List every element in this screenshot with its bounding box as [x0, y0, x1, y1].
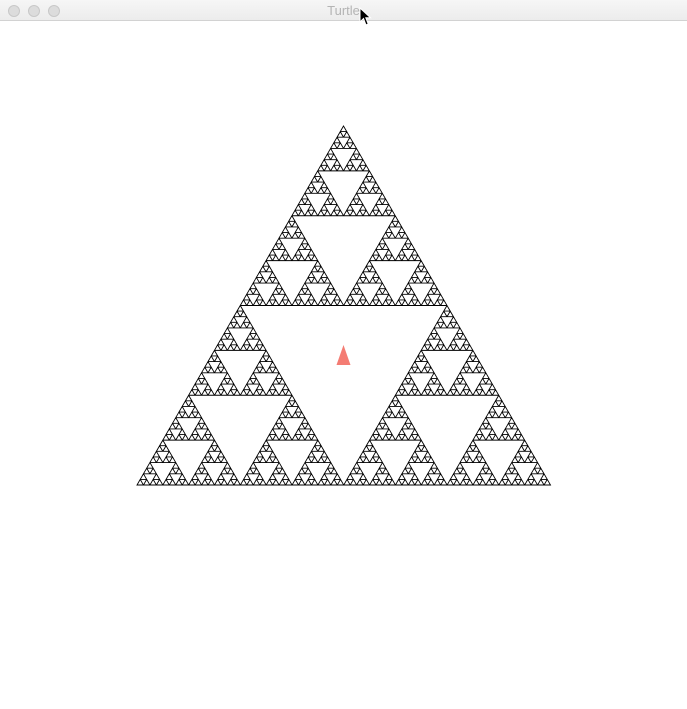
turtle-window: Turtle — [0, 0, 687, 709]
title-bar[interactable]: Turtle — [0, 0, 687, 21]
fractal-lines — [136, 125, 552, 486]
sierpinski-triangle — [136, 125, 552, 486]
turtle-canvas[interactable] — [0, 21, 687, 709]
window-title: Turtle — [327, 3, 360, 18]
arrow-cursor-icon — [359, 7, 372, 26]
turtle-arrow-icon — [336, 345, 351, 365]
